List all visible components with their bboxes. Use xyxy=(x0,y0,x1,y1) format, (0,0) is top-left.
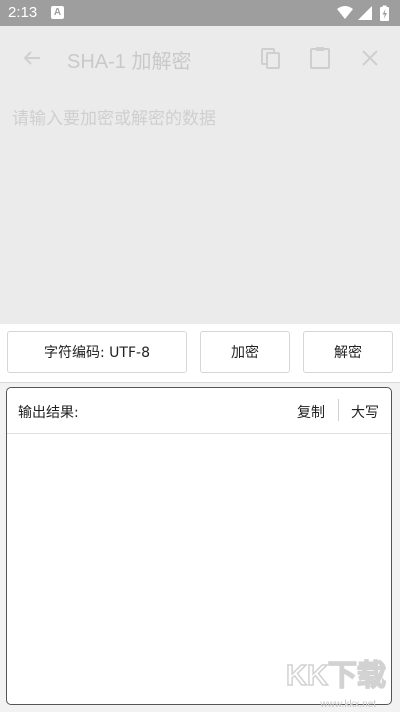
toolbar: SHA-1 加解密 xyxy=(0,26,400,90)
copy-icon[interactable] xyxy=(257,44,285,72)
signal-icon xyxy=(358,6,372,20)
decrypt-button[interactable]: 解密 xyxy=(303,331,393,373)
status-time: 2:13 xyxy=(8,4,38,21)
uppercase-button[interactable]: 大写 xyxy=(351,402,379,422)
page-title: SHA-1 加解密 xyxy=(67,51,192,73)
status-icons xyxy=(336,5,392,21)
wifi-icon xyxy=(337,6,353,19)
divider xyxy=(338,399,339,421)
copy-button[interactable]: 复制 xyxy=(297,402,325,422)
back-arrow-icon[interactable] xyxy=(18,44,46,72)
encrypt-button[interactable]: 加密 xyxy=(200,331,290,373)
svg-text:KK下载: KK下载 xyxy=(286,659,386,692)
controls-row: 字符编码: UTF-8 加密 解密 xyxy=(0,324,400,383)
watermark-logo: KK下载 xyxy=(282,654,394,694)
output-label: 输出结果: xyxy=(18,405,79,421)
input-area[interactable]: 请输入要加密或解密的数据 xyxy=(0,90,400,324)
close-icon[interactable] xyxy=(356,44,384,72)
watermark-url: www.kkx.net xyxy=(320,699,376,710)
output-header: 输出结果: 复制 大写 xyxy=(7,388,391,434)
input-placeholder: 请输入要加密或解密的数据 xyxy=(12,109,216,129)
encoding-button[interactable]: 字符编码: UTF-8 xyxy=(7,331,187,373)
status-bar: 2:13 A xyxy=(0,0,400,26)
paste-icon[interactable] xyxy=(306,44,334,72)
notification-a-icon: A xyxy=(51,6,64,19)
battery-icon xyxy=(380,5,389,21)
